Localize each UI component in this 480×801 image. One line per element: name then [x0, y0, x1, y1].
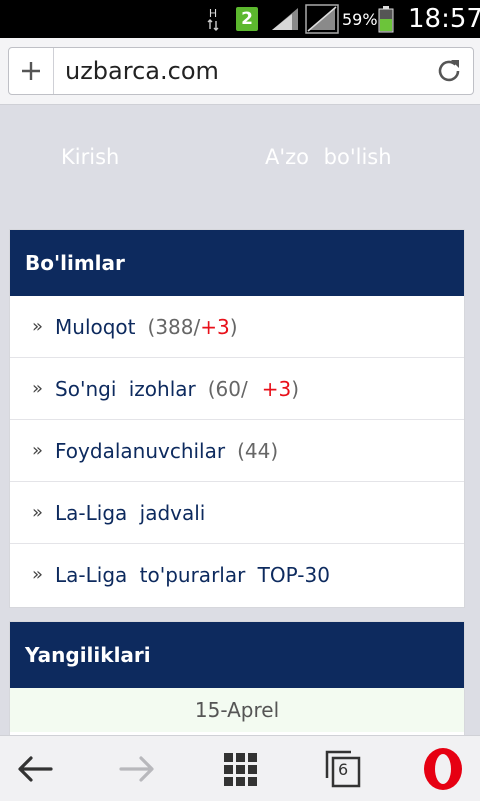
address-bar: uzbarca.com [0, 38, 480, 105]
sections-panel: Bo'limlar » Muloqot (388/+3) » So'ngi iz… [9, 229, 465, 608]
tabs-count: 6 [338, 760, 349, 779]
menu-item-label[interactable]: La-Liga to'purarlar TOP-30 [55, 563, 330, 587]
count-close: ) [291, 376, 300, 401]
login-link[interactable]: Kirish [61, 145, 119, 169]
browser-toolbar: 6 [0, 735, 480, 801]
count-close: ) [229, 314, 238, 339]
data-arrows-icon [207, 18, 219, 31]
network-type-indicator: H [207, 0, 219, 38]
count-total: (388/ [147, 314, 201, 339]
bullet: » [32, 502, 44, 523]
battery-percent: 59% [342, 9, 378, 29]
menu-item-label[interactable]: La-Liga jadvali [55, 501, 205, 525]
count-total: (60/ [207, 376, 248, 401]
speed-dial-icon[interactable] [205, 736, 275, 801]
opera-logo-icon[interactable] [408, 736, 478, 801]
menu-item-laliga-scorers[interactable]: » La-Liga to'purarlar TOP-30 [10, 544, 464, 605]
news-title: Yangiliklari [10, 622, 464, 688]
menu-item-users[interactable]: » Foydalanuvchilar (44) [10, 420, 464, 482]
back-arrow-icon[interactable] [0, 736, 70, 801]
url-input[interactable]: uzbarca.com [65, 48, 219, 94]
bullet: » [32, 440, 44, 461]
battery-icon [378, 0, 394, 38]
menu-item-label[interactable]: Muloqot [55, 315, 136, 339]
no-data-signal-icon [305, 0, 339, 38]
menu-item-label[interactable]: Foydalanuvchilar [55, 439, 225, 463]
menu-item-recent-comments[interactable]: » So'ngi izohlar (60/ +3) [10, 358, 464, 420]
clock: 18:57 [408, 4, 480, 34]
notification-badge: 2 [236, 0, 258, 38]
menu-item-laliga-table[interactable]: » La-Liga jadvali [10, 482, 464, 544]
menu-item-count: (60/ +3) [208, 377, 299, 401]
network-type-label: H [208, 6, 218, 20]
menu-item-count: (388/+3) [148, 315, 238, 339]
bullet: » [32, 564, 44, 585]
news-panel: Yangiliklari 15-Aprel [9, 621, 465, 753]
signal-icon [270, 0, 300, 38]
sections-title: Bo'limlar [10, 230, 464, 296]
bullet: » [32, 378, 44, 399]
add-icon[interactable] [9, 48, 54, 94]
news-date: 15-Aprel [10, 688, 464, 732]
notification-count: 2 [236, 7, 258, 31]
count-new: +3 [261, 376, 292, 401]
reload-icon[interactable] [433, 55, 465, 87]
bullet: » [32, 316, 44, 337]
menu-item-label[interactable]: So'ngi izohlar [55, 377, 196, 401]
status-bar: H 2 59% 18:57 [0, 0, 480, 38]
menu-item-muloqot[interactable]: » Muloqot (388/+3) [10, 296, 464, 358]
auth-links: Kirish A'zo bo'lish [0, 105, 480, 225]
forward-arrow-icon[interactable] [102, 736, 172, 801]
menu-item-count: (44) [237, 438, 279, 463]
register-link[interactable]: A'zo bo'lish [265, 145, 392, 169]
count-new: +3 [200, 314, 230, 339]
tabs-icon[interactable]: 6 [308, 736, 378, 801]
url-field-container: uzbarca.com [8, 47, 474, 95]
